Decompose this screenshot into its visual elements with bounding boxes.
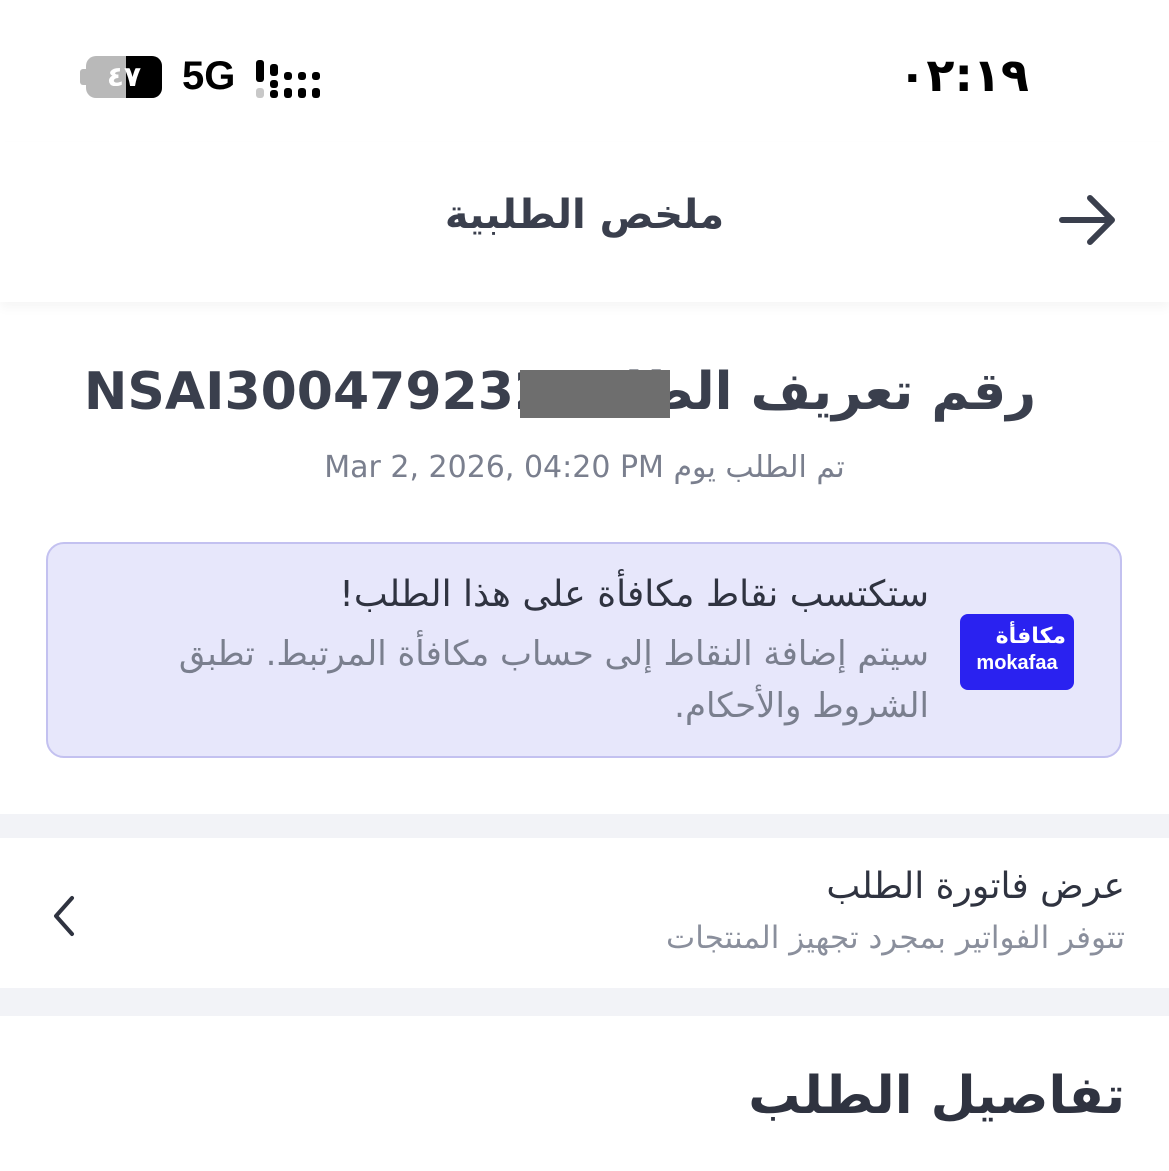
page-title: ملخص الطلبية bbox=[444, 192, 725, 238]
order-placed-date: تم الطلب يوم Mar 2, 2026, 04:20 PM bbox=[324, 450, 845, 485]
mokafaa-logo-arabic: مكافأة bbox=[995, 624, 1066, 649]
view-invoice-title[interactable]: عرض فاتورة الطلب bbox=[425, 866, 1125, 907]
mokafaa-logo-latin: mokafaa bbox=[976, 652, 1058, 674]
battery-percent: ٤٧ bbox=[106, 60, 142, 93]
status-time: ٠٢:١٩ bbox=[898, 48, 1029, 102]
rewards-description: سيتم إضافة النقاط إلى حساب مكافأة المرتب… bbox=[178, 634, 929, 726]
view-invoice-row[interactable] bbox=[0, 838, 1169, 988]
battery-icon: ٤٧ bbox=[80, 56, 162, 98]
order-details-heading: تفاصيل الطلب bbox=[748, 1066, 1125, 1126]
mokafaa-logo: مكافأة mokafaa bbox=[960, 614, 1074, 690]
section-divider bbox=[0, 814, 1169, 838]
cellular-signal-icon bbox=[256, 60, 320, 98]
order-id-value: NSAI300479232 bbox=[83, 362, 551, 422]
chevron-left-icon[interactable] bbox=[48, 894, 80, 938]
arrow-right-icon[interactable] bbox=[1058, 190, 1120, 250]
network-type: 5G bbox=[182, 54, 236, 98]
section-divider bbox=[0, 988, 1169, 1016]
redaction-mark bbox=[520, 370, 670, 418]
view-invoice-subtitle: تتوفر الفواتير بمجرد تجهيز المنتجات bbox=[666, 920, 1125, 956]
rewards-title: ستكتسب نقاط مكافأة على هذا الطلب! bbox=[339, 574, 929, 615]
